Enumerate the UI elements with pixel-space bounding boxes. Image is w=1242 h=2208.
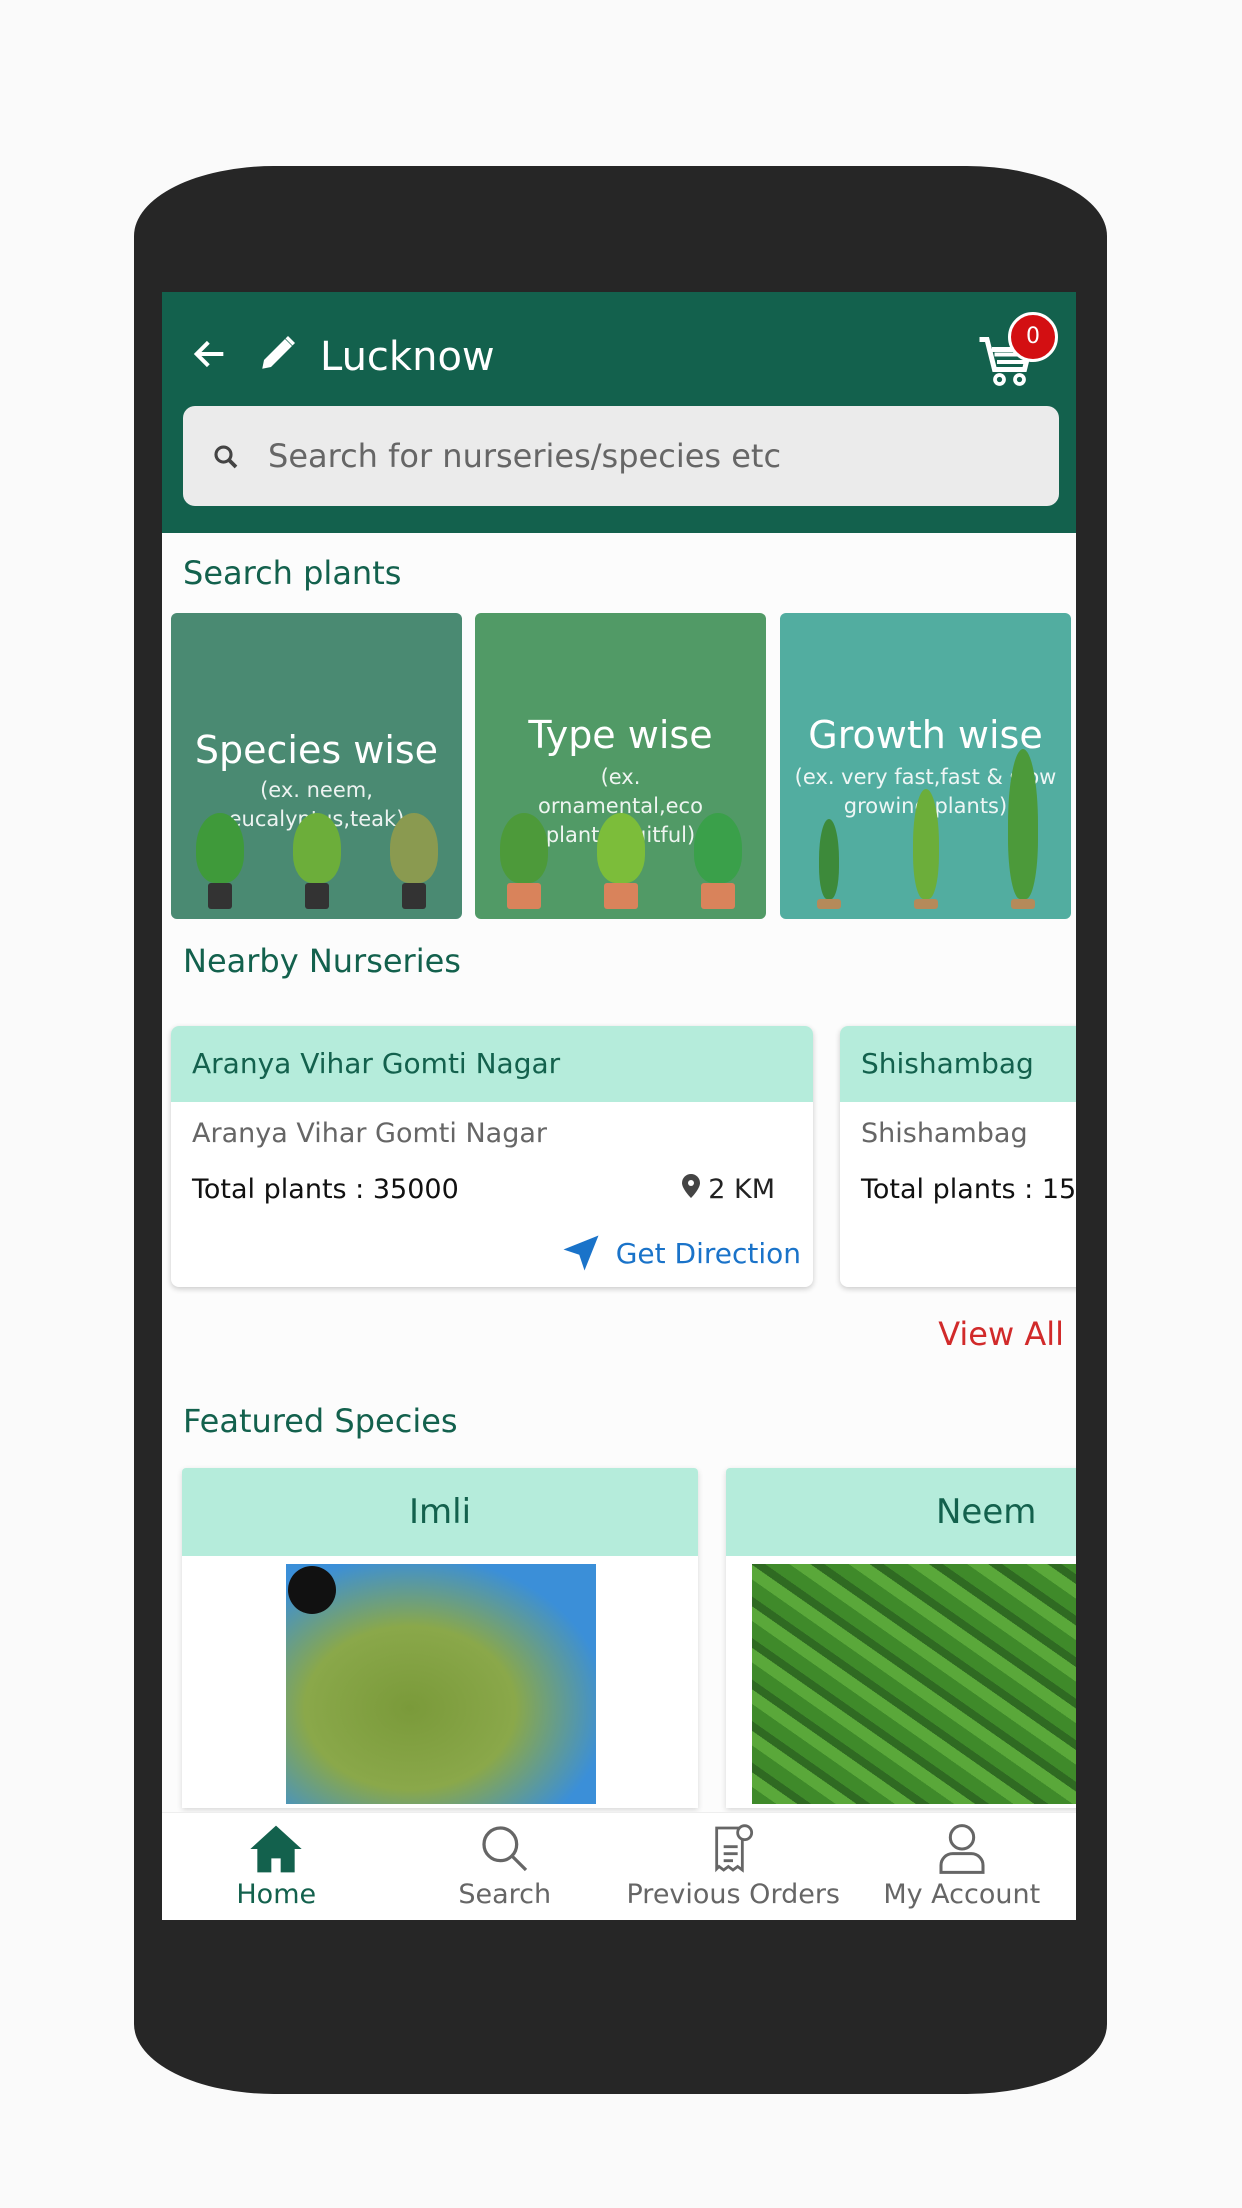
nearby-nurseries-heading: Nearby Nurseries <box>183 942 461 980</box>
total-plants: Total plants : 1529 <box>861 1174 1076 1205</box>
nursery-address: Aranya Vihar Gomti Nagar <box>192 1118 547 1149</box>
pencil-icon <box>262 336 295 369</box>
search-plants-heading: Search plants <box>183 554 402 592</box>
cart-count-badge: 0 <box>1008 312 1058 362</box>
nav-label: My Account <box>883 1879 1041 1910</box>
tile-type-wise[interactable]: Type wise (ex. ornamental,eco plants,fru… <box>475 613 766 919</box>
get-direction-label: Get Direction <box>615 1236 801 1270</box>
tile-species-wise[interactable]: Species wise (ex. neem, eucalyptus,teak) <box>171 613 462 919</box>
edit-location-button[interactable] <box>257 332 299 384</box>
imli-photo <box>286 1564 596 1804</box>
nav-home[interactable]: Home <box>162 1813 391 1920</box>
nursery-card[interactable]: Aranya Vihar Gomti Nagar Aranya Vihar Go… <box>171 1026 813 1287</box>
nav-label: Previous Orders <box>626 1879 840 1910</box>
arrow-left-icon <box>193 340 224 368</box>
tile-title: Type wise <box>528 713 713 757</box>
receipt-icon <box>715 1824 754 1873</box>
back-button[interactable] <box>190 334 236 380</box>
species-card-neem[interactable]: Neem <box>726 1468 1076 1808</box>
app-header: Lucknow 0 <box>162 292 1076 533</box>
location-pin-icon <box>681 1174 700 1198</box>
nav-label: Home <box>236 1879 317 1910</box>
tile-growth-wise[interactable]: Growth wise (ex. very fast,fast & slow g… <box>780 613 1071 919</box>
plants-illustration <box>780 749 1071 909</box>
species-name: Imli <box>182 1468 698 1556</box>
nav-search[interactable]: Search <box>391 1813 620 1920</box>
nursery-address: Shishambag <box>861 1118 1028 1149</box>
total-plants: Total plants : 35000 <box>192 1174 459 1205</box>
nursery-card[interactable]: Shishambag Shishambag Total plants : 152… <box>840 1026 1076 1287</box>
search-bar[interactable] <box>183 406 1059 506</box>
species-name: Neem <box>726 1468 1076 1556</box>
search-icon <box>482 1826 527 1872</box>
distance: 2 KM <box>681 1174 775 1205</box>
distance-value: 2 KM <box>708 1174 775 1205</box>
plants-illustration <box>475 813 766 909</box>
plants-illustration <box>171 813 462 909</box>
nav-label: Search <box>458 1879 552 1910</box>
bottom-nav: Home Search Previous Orders My Account <box>162 1812 1076 1920</box>
tile-title: Species wise <box>194 728 439 772</box>
home-icon <box>250 1825 302 1873</box>
nursery-name: Aranya Vihar Gomti Nagar <box>171 1026 813 1102</box>
search-icon <box>214 445 238 469</box>
navigation-arrow-icon <box>563 1235 599 1271</box>
watermark-logo <box>288 1566 336 1614</box>
user-icon <box>939 1824 985 1874</box>
featured-species-heading: Featured Species <box>183 1402 458 1440</box>
species-card-imli[interactable]: Imli <box>182 1468 698 1808</box>
nav-previous-orders[interactable]: Previous Orders <box>619 1813 848 1920</box>
nursery-name: Shishambag <box>840 1026 1076 1102</box>
get-direction-link[interactable]: Get Direction <box>560 1232 801 1274</box>
nav-my-account[interactable]: My Account <box>848 1813 1077 1920</box>
app-screen: Lucknow 0 Search plants Species wise (ex… <box>162 292 1076 1920</box>
view-all-link[interactable]: View All <box>938 1315 1064 1353</box>
neem-photo <box>752 1564 1076 1804</box>
search-input[interactable] <box>268 406 1028 506</box>
location-title[interactable]: Lucknow <box>320 328 495 386</box>
